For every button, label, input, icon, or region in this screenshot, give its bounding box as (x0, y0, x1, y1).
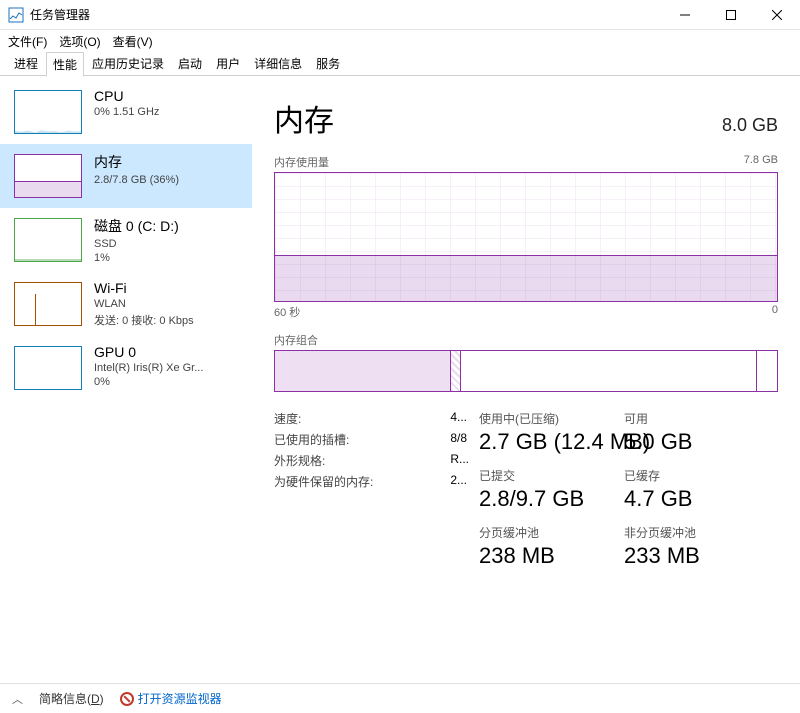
sidebar-disk-title: 磁盘 0 (C: D:) (94, 216, 179, 236)
sidebar-wifi-title: Wi-Fi (94, 280, 194, 296)
graph-ymax: 7.8 GB (744, 154, 778, 170)
tab-startup[interactable]: 启动 (172, 52, 208, 75)
label-in-use: 使用中(已压缩) (479, 410, 614, 427)
sidebar-gpu-sub2: 0% (94, 376, 203, 388)
performance-sidebar: CPU 0% 1.51 GHz 内存 2.8/7.8 GB (36%) 磁盘 0… (0, 76, 252, 683)
memory-thumbnail-icon (14, 154, 82, 198)
content-body: CPU 0% 1.51 GHz 内存 2.8/7.8 GB (36%) 磁盘 0… (0, 76, 800, 683)
tab-services[interactable]: 服务 (310, 52, 346, 75)
value-nonpaged: 233 MB (624, 543, 778, 569)
window-title: 任务管理器 (30, 6, 90, 23)
label-available: 可用 (624, 410, 778, 427)
value-available: 5.0 GB (624, 429, 778, 455)
sidebar-item-wifi[interactable]: Wi-Fi WLAN 发送: 0 接收: 0 Kbps (0, 272, 252, 336)
value-paged: 238 MB (479, 543, 614, 569)
label-committed: 已提交 (479, 467, 614, 484)
memory-detail-panel: 内存 8.0 GB 内存使用量 7.8 GB 60 秒 0 内存组合 使用中(已… (252, 76, 800, 683)
sidebar-disk-sub2: 1% (94, 252, 179, 264)
value-committed: 2.8/9.7 GB (479, 486, 614, 512)
sidebar-mem-sub: 2.8/7.8 GB (36%) (94, 174, 179, 186)
meta-slots-val: 8/8 (450, 431, 469, 448)
close-button[interactable] (754, 0, 800, 29)
fewer-details-link[interactable]: 简略信息(D) (39, 690, 104, 707)
menu-view[interactable]: 查看(V) (113, 33, 153, 50)
sidebar-gpu-sub1: Intel(R) Iris(R) Xe Gr... (94, 362, 203, 374)
label-cached: 已缓存 (624, 467, 778, 484)
meta-speed-key: 速度: (274, 410, 394, 427)
meta-speed-val: 4... (450, 410, 469, 427)
memory-composition-chart (274, 350, 778, 392)
sidebar-disk-sub1: SSD (94, 238, 179, 250)
tab-processes[interactable]: 进程 (8, 52, 44, 75)
footer-bar: ︿ 简略信息(D) 打开资源监视器 (0, 683, 800, 713)
meta-form-val: R... (450, 452, 469, 469)
minimize-button[interactable] (662, 0, 708, 29)
value-cached: 4.7 GB (624, 486, 778, 512)
title-bar: 任务管理器 (0, 0, 800, 30)
memory-usage-chart (274, 172, 778, 302)
sidebar-item-disk[interactable]: 磁盘 0 (C: D:) SSD 1% (0, 208, 252, 272)
label-paged: 分页缓冲池 (479, 524, 614, 541)
sidebar-item-memory[interactable]: 内存 2.8/7.8 GB (36%) (0, 144, 252, 208)
task-manager-icon (8, 7, 24, 23)
maximize-button[interactable] (708, 0, 754, 29)
sidebar-cpu-title: CPU (94, 88, 159, 104)
sidebar-mem-title: 内存 (94, 152, 179, 172)
value-in-use: 2.7 GB (12.4 MB) (479, 429, 614, 455)
sidebar-item-cpu[interactable]: CPU 0% 1.51 GHz (0, 80, 252, 144)
memory-stats-grid: 使用中(已压缩) 可用 速度: 4... 已使用的插槽: 8/8 外形规格: R… (274, 410, 778, 579)
menu-options[interactable]: 选项(O) (59, 33, 100, 50)
meta-slots-key: 已使用的插槽: (274, 431, 394, 448)
sidebar-gpu-title: GPU 0 (94, 344, 203, 360)
label-nonpaged: 非分页缓冲池 (624, 524, 778, 541)
menu-bar: 文件(F) 选项(O) 查看(V) (0, 30, 800, 52)
sidebar-cpu-sub: 0% 1.51 GHz (94, 106, 159, 118)
resource-monitor-icon (120, 692, 134, 706)
meta-reserved-key: 为硬件保留的内存: (274, 473, 394, 490)
sidebar-item-gpu[interactable]: GPU 0 Intel(R) Iris(R) Xe Gr... 0% (0, 336, 252, 400)
graph-label: 内存使用量 (274, 154, 329, 170)
graph-x-right: 0 (772, 304, 778, 320)
tab-performance[interactable]: 性能 (46, 52, 84, 77)
sidebar-wifi-sub2: 发送: 0 接收: 0 Kbps (94, 312, 194, 328)
page-title: 内存 (274, 96, 334, 140)
meta-form-key: 外形规格: (274, 452, 394, 469)
tab-bar: 进程 性能 应用历史记录 启动 用户 详细信息 服务 (0, 52, 800, 76)
disk-thumbnail-icon (14, 218, 82, 262)
meta-reserved-val: 2... (450, 473, 469, 490)
wifi-thumbnail-icon (14, 282, 82, 326)
window-controls (662, 0, 800, 29)
composition-label: 内存组合 (274, 332, 778, 348)
chevron-up-icon[interactable]: ︿ (12, 691, 23, 707)
memory-total: 8.0 GB (722, 115, 778, 136)
memory-meta-table: 速度: 4... 已使用的插槽: 8/8 外形规格: R... 为硬件保留的内存… (274, 410, 469, 579)
tab-app-history[interactable]: 应用历史记录 (86, 52, 170, 75)
tab-details[interactable]: 详细信息 (248, 52, 308, 75)
open-resource-monitor-link[interactable]: 打开资源监视器 (120, 690, 222, 707)
cpu-thumbnail-icon (14, 90, 82, 134)
graph-x-left: 60 秒 (274, 304, 300, 320)
tab-users[interactable]: 用户 (210, 52, 246, 75)
sidebar-wifi-sub1: WLAN (94, 298, 194, 310)
gpu-thumbnail-icon (14, 346, 82, 390)
menu-file[interactable]: 文件(F) (8, 33, 47, 50)
